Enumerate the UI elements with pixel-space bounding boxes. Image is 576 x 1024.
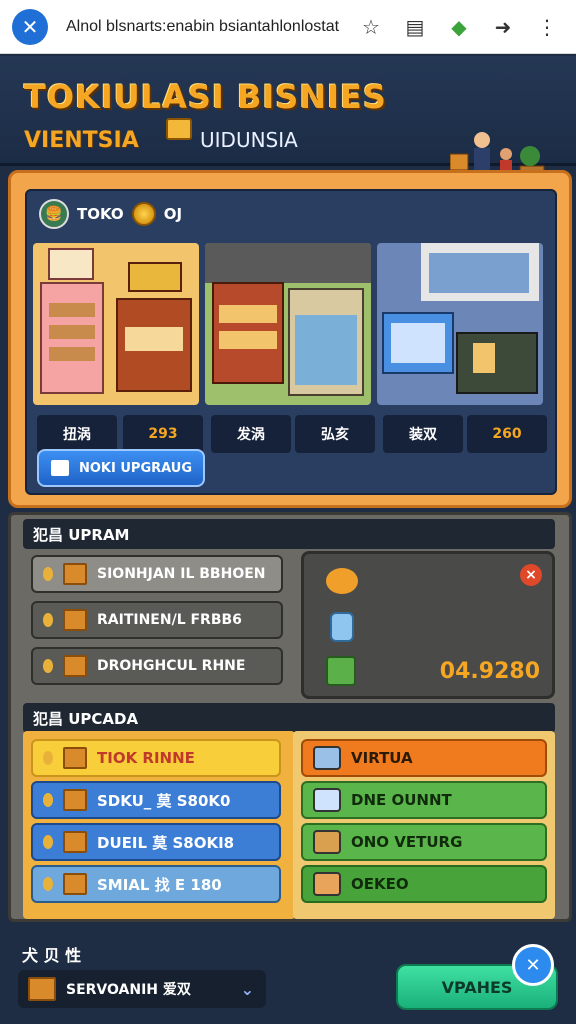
star-icon[interactable]: ☆ <box>358 14 384 40</box>
coin-icon <box>43 659 53 673</box>
store-label-3: 弘亥 <box>295 415 375 453</box>
extension-icon[interactable]: ◆ <box>446 14 472 40</box>
close-icon[interactable]: × <box>520 564 542 586</box>
shop-name: TOKO <box>77 205 124 223</box>
store-value-2: 260 <box>467 415 547 453</box>
left-upgrade-label: TIOK RINNE <box>97 749 195 767</box>
upgrade-item-1[interactable]: SIONHJAN IL BBHOEN <box>31 555 283 593</box>
right-upgrade-label: DNE OUNNT <box>351 791 452 809</box>
coin-icon <box>43 793 53 807</box>
upgrade-item-2[interactable]: RAITINEN/L FRBB6 <box>31 601 283 639</box>
upgrade-item-label: RAITINEN/L FRBB6 <box>97 612 242 628</box>
upgrade-info-box: × 04.9280 <box>301 551 555 699</box>
left-upgrade-column: TIOK RINNE SDKU_ 莫 S80K0 DUEIL 莫 S8OKI8 … <box>23 731 295 919</box>
right-upgrade-1[interactable]: VIRTUA <box>301 739 547 777</box>
dropdown-value: SERVOANIH 爱双 <box>66 982 191 998</box>
store-label-1: 扭涡 <box>37 415 117 453</box>
game-title: TOKIULASI BISNIES <box>24 78 387 116</box>
left-upgrade-label: SMIAL 找 E 180 <box>97 875 222 894</box>
crate-icon <box>63 655 87 677</box>
update-button-label: VPAHES <box>441 977 513 997</box>
browser-toolbar: ✕ Alnol blsnarts:enabin bsiantahlonlosta… <box>0 0 576 54</box>
tools-fab-icon[interactable]: ✕ <box>512 944 554 986</box>
right-upgrade-column: VIRTUA DNE OUNNT ONO VETURG OEKEO <box>293 731 555 919</box>
shop-inner: 🍔 TOKO OJ 扭涡 293 发涡 弘亥 装双 260 NOKI UPGRA… <box>25 189 557 495</box>
cup-icon <box>313 788 341 812</box>
shop-header: 🍔 TOKO OJ <box>39 199 182 229</box>
card-icon <box>51 460 69 476</box>
crate-icon <box>326 656 356 686</box>
notes-icon[interactable]: ▤ <box>402 14 428 40</box>
shop-logo-icon: 🍔 <box>39 199 69 229</box>
info-value: 04.9280 <box>439 659 540 684</box>
crate-icon <box>63 609 87 631</box>
bakery-stall-illustration <box>33 243 199 405</box>
right-upgrade-label: VIRTUA <box>351 749 413 767</box>
crate-icon <box>63 563 87 585</box>
right-upgrade-label: ONO VETURG <box>351 833 463 851</box>
crate-icon <box>166 118 192 140</box>
left-upgrade-1[interactable]: TIOK RINNE <box>31 739 281 777</box>
right-upgrade-4[interactable]: OEKEO <box>301 865 547 903</box>
section-title-upgrades-2: 犯昌 UPCADA <box>23 703 555 733</box>
service-dropdown[interactable]: SERVOANIH 爱双 ⌄ <box>18 970 266 1008</box>
upgrade-item-label: DROHGHCUL RHNE <box>97 658 246 674</box>
snack-shop-illustration <box>205 243 371 405</box>
shop-upgrade-label: NOKI UPGRAUG <box>79 460 193 476</box>
left-upgrade-2[interactable]: SDKU_ 莫 S80K0 <box>31 781 281 819</box>
bread-icon <box>326 568 358 594</box>
shop-upgrade-button[interactable]: NOKI UPGRAUG <box>37 449 205 487</box>
share-icon[interactable]: ➜ <box>490 14 516 40</box>
coin-icon <box>43 751 53 765</box>
crate-icon <box>63 831 87 853</box>
right-upgrade-3[interactable]: ONO VETURG <box>301 823 547 861</box>
game-subtitle-2: UIDUNSIA <box>200 128 298 152</box>
url-bar[interactable]: Alnol blsnarts:enabin bsiantahlonlostat <box>66 18 346 36</box>
crate-icon <box>313 830 341 854</box>
coin-icon <box>43 877 53 891</box>
left-upgrade-label: DUEIL 莫 S8OKI8 <box>97 833 235 852</box>
shop-panel: 🍔 TOKO OJ 扭涡 293 发涡 弘亥 装双 260 NOKI UPGRA… <box>8 170 572 508</box>
footer-label: 犬 贝 性 <box>22 946 82 965</box>
crate-icon <box>313 872 341 896</box>
browser-icons: ☆ ▤ ◆ ➜ ⋮ <box>358 14 560 40</box>
shop-count: OJ <box>163 205 183 223</box>
crate-icon <box>28 977 56 1001</box>
left-upgrade-4[interactable]: SMIAL 找 E 180 <box>31 865 281 903</box>
right-upgrade-2[interactable]: DNE OUNNT <box>301 781 547 819</box>
supermarket-illustration <box>377 243 543 405</box>
coin-icon <box>43 613 53 627</box>
game-subtitle: VIENTSIA <box>24 128 139 153</box>
game-header: TOKIULASI BISNIES VIENTSIA UIDUNSIA <box>0 56 576 200</box>
left-upgrade-label: SDKU_ 莫 S80K0 <box>97 791 231 810</box>
kite-logo-icon[interactable]: ✕ <box>12 8 48 45</box>
cup-icon <box>330 612 354 642</box>
store-label-4: 装双 <box>383 415 463 453</box>
left-upgrade-3[interactable]: DUEIL 莫 S8OKI8 <box>31 823 281 861</box>
more-icon[interactable]: ⋮ <box>534 14 560 40</box>
store-label-2: 发涡 <box>211 415 291 453</box>
box-icon <box>313 746 341 770</box>
store-card-3[interactable] <box>377 243 543 405</box>
coin-icon <box>131 202 156 226</box>
crate-icon <box>63 789 87 811</box>
store-card-2[interactable] <box>205 243 371 405</box>
section-title-upgrades: 犯昌 UPRAM <box>23 519 555 549</box>
coin-icon <box>43 567 53 581</box>
coin-icon <box>43 835 53 849</box>
chevron-down-icon: ⌄ <box>240 979 254 999</box>
right-upgrade-label: OEKEO <box>351 875 409 893</box>
upgrade-item-label: SIONHJAN IL BBHOEN <box>97 566 266 582</box>
upgrades-panel: 犯昌 UPRAM SIONHJAN IL BBHOEN RAITINEN/L F… <box>8 512 572 922</box>
crate-icon <box>63 747 87 769</box>
crate-icon <box>63 873 87 895</box>
upgrade-item-3[interactable]: DROHGHCUL RHNE <box>31 647 283 685</box>
store-card-1[interactable] <box>33 243 199 405</box>
store-value-1: 293 <box>123 415 203 453</box>
